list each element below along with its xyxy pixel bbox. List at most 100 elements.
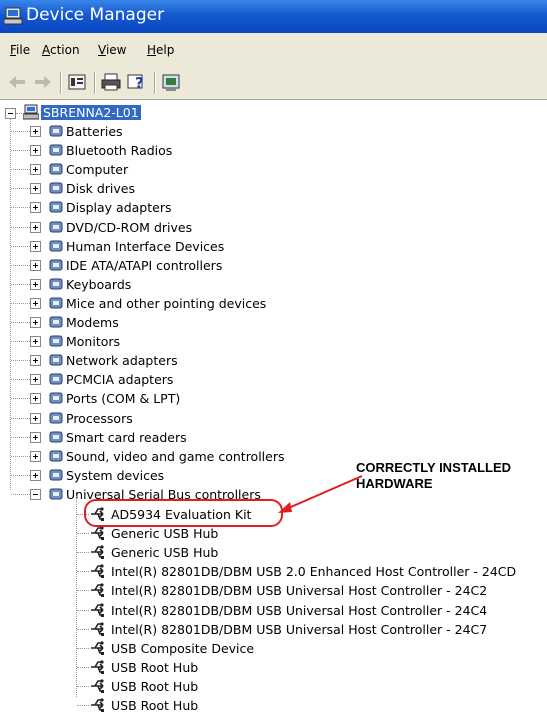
expand-toggle[interactable] (30, 432, 41, 443)
tree-connector (11, 188, 30, 189)
usb-device-label[interactable]: Intel(R) 82801DB/DBM USB Universal Host … (111, 622, 487, 637)
expand-toggle[interactable] (30, 145, 41, 156)
usb-device-label[interactable]: Generic USB Hub (111, 545, 218, 560)
tree-connector (77, 648, 89, 649)
tree-connector (11, 475, 30, 476)
menu-action[interactable]: Action (42, 43, 80, 57)
toolbar-separator (60, 72, 62, 94)
menu-bar: File Action View Help (0, 33, 547, 67)
tree-category-label[interactable]: Display adapters (66, 200, 171, 215)
tree-connector (11, 360, 30, 361)
forward-arrow-icon[interactable] (32, 72, 54, 92)
tree-connector (11, 265, 30, 266)
menu-view[interactable]: View (98, 43, 126, 57)
device-tree[interactable]: SBRENNA2-L01 Batteries Bluetooth Radios Co… (0, 100, 547, 713)
expand-toggle[interactable] (30, 298, 41, 309)
keyboard-icon (49, 278, 63, 290)
tree-category-label[interactable]: Sound, video and game controllers (66, 449, 285, 464)
tree-category-label[interactable]: DVD/CD-ROM drives (66, 220, 192, 235)
tree-connector (77, 610, 89, 611)
usb-device-label[interactable]: Intel(R) 82801DB/DBM USB 2.0 Enhanced Ho… (111, 564, 516, 579)
display-adapter-icon (49, 201, 63, 213)
ide-controller-icon (49, 259, 63, 271)
network-adapter-icon (49, 354, 63, 366)
collapse-toggle[interactable] (30, 489, 41, 500)
usb-device-label[interactable]: Generic USB Hub (111, 526, 218, 541)
tree-category-label[interactable]: Computer (66, 162, 128, 177)
sound-icon (49, 450, 63, 462)
tree-connector (77, 552, 89, 553)
toolbar-separator (154, 72, 156, 94)
system-devices-icon (49, 469, 63, 481)
menu-file[interactable]: File (10, 43, 30, 57)
print-icon[interactable] (100, 72, 122, 92)
computer-root-icon (23, 104, 39, 120)
tree-connector (11, 303, 30, 304)
usb-device-icon (91, 641, 104, 655)
expand-toggle[interactable] (30, 393, 41, 404)
tree-connector (77, 571, 89, 572)
usb-device-icon (91, 545, 104, 559)
usb-device-icon (91, 526, 104, 540)
collapse-toggle[interactable] (5, 108, 16, 119)
expand-toggle[interactable] (30, 260, 41, 271)
tree-connector (11, 246, 30, 247)
annotation-arrow (278, 475, 363, 513)
usb-device-label[interactable]: Intel(R) 82801DB/DBM USB Universal Host … (111, 583, 487, 598)
tree-category-label[interactable]: Mice and other pointing devices (66, 296, 266, 311)
tree-category-label[interactable]: System devices (66, 468, 164, 483)
usb-device-label[interactable]: Intel(R) 82801DB/DBM USB Universal Host … (111, 603, 487, 618)
expand-toggle[interactable] (30, 336, 41, 347)
expand-toggle[interactable] (30, 470, 41, 481)
usb-device-label[interactable]: USB Root Hub (111, 660, 198, 675)
tree-category-label[interactable]: Batteries (66, 124, 123, 139)
tree-category-label[interactable]: IDE ATA/ATAPI controllers (66, 258, 222, 273)
expand-toggle[interactable] (30, 183, 41, 194)
tree-category-label[interactable]: Processors (66, 411, 133, 426)
expand-toggle[interactable] (30, 126, 41, 137)
tree-category-label[interactable]: PCMCIA adapters (66, 372, 173, 387)
tree-connector (11, 456, 30, 457)
back-arrow-icon[interactable] (6, 72, 28, 92)
tree-category-label[interactable]: Human Interface Devices (66, 239, 224, 254)
monitor-icon (49, 335, 63, 347)
scan-hardware-icon[interactable] (160, 72, 182, 92)
tree-category-label[interactable]: Disk drives (66, 181, 135, 196)
tree-category-label[interactable]: Monitors (66, 334, 120, 349)
expand-toggle[interactable] (30, 413, 41, 424)
properties-icon[interactable] (66, 72, 88, 92)
tree-category-label[interactable]: Bluetooth Radios (66, 143, 172, 158)
tree-connector (11, 418, 30, 419)
expand-toggle[interactable] (30, 241, 41, 252)
cdrom-icon (49, 221, 63, 233)
tree-category-label[interactable]: Keyboards (66, 277, 131, 292)
highlight-oval (84, 499, 283, 527)
usb-device-label[interactable]: USB Root Hub (111, 698, 198, 713)
expand-toggle[interactable] (30, 451, 41, 462)
tree-connector (77, 629, 89, 630)
tree-category-label[interactable]: Ports (COM & LPT) (66, 391, 180, 406)
tree-connector (10, 119, 11, 490)
tree-connector (77, 667, 89, 668)
device-manager-icon (4, 7, 23, 25)
expand-toggle[interactable] (30, 317, 41, 328)
tree-connector (11, 131, 30, 132)
tree-root-label[interactable]: SBRENNA2-L01 (41, 105, 141, 120)
tree-category-label[interactable]: Modems (66, 315, 119, 330)
expand-toggle[interactable] (30, 355, 41, 366)
help-icon[interactable]: ? (126, 72, 148, 92)
usb-device-label[interactable]: USB Composite Device (111, 641, 254, 656)
annotation-line-1: CORRECTLY INSTALLED (356, 460, 512, 475)
usb-icon (49, 488, 63, 500)
menu-help[interactable]: Help (147, 43, 174, 57)
usb-device-label[interactable]: USB Root Hub (111, 679, 198, 694)
expand-toggle[interactable] (30, 202, 41, 213)
tree-category-label[interactable]: Smart card readers (66, 430, 187, 445)
expand-toggle[interactable] (30, 374, 41, 385)
tree-connector (11, 379, 30, 380)
expand-toggle[interactable] (30, 222, 41, 233)
tree-category-label[interactable]: Network adapters (66, 353, 178, 368)
annotation-label: CORRECTLY INSTALLED HARDWARE (356, 460, 511, 492)
expand-toggle[interactable] (30, 164, 41, 175)
expand-toggle[interactable] (30, 279, 41, 290)
